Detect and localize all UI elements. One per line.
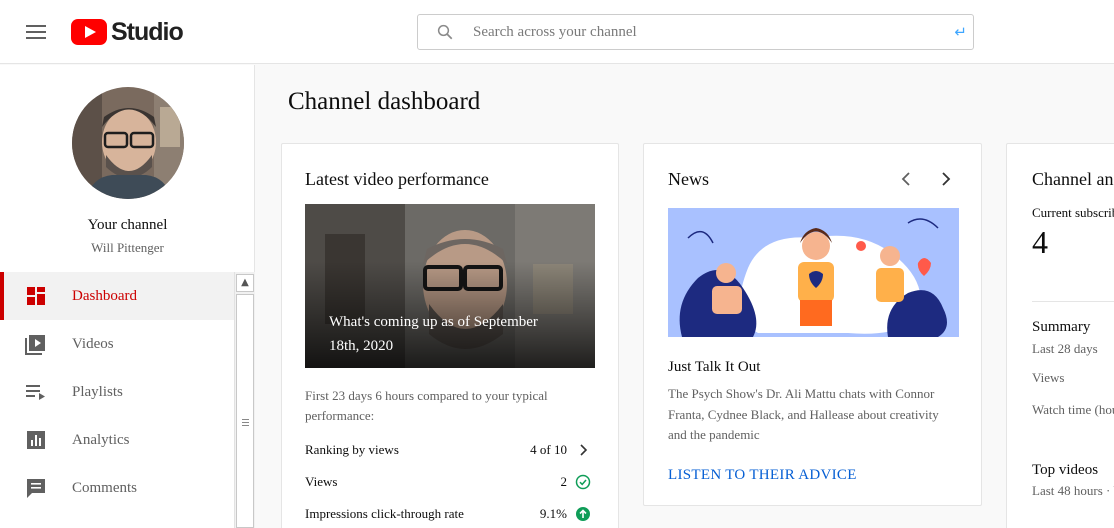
news-title: News — [668, 169, 709, 189]
video-thumbnail[interactable]: What's coming up as of September 18th, 2… — [305, 204, 595, 368]
search-box[interactable]: ↵ — [417, 14, 974, 50]
analytics-icon — [27, 431, 45, 449]
playlists-icon — [26, 385, 45, 400]
performance-subtitle: First 23 days 6 hours compared to your t… — [305, 388, 548, 423]
sidebar-item-analytics[interactable]: Analytics — [0, 416, 234, 464]
scroll-up-icon[interactable]: ▲ — [236, 274, 254, 292]
sidebar-nav: Dashboard Videos Playlists Analytics Com… — [0, 272, 234, 512]
arrow-up-circle-icon — [576, 507, 590, 521]
your-channel-label: Your channel — [87, 217, 168, 233]
sidebar-item-label: Videos — [72, 335, 114, 352]
latest-video-title: Latest video performance — [305, 169, 489, 189]
dashboard-icon — [27, 287, 45, 305]
chevron-left-icon[interactable] — [896, 169, 916, 189]
chevron-right-icon[interactable] — [936, 169, 956, 189]
comments-icon — [27, 479, 45, 498]
metric-ctr: Impressions click-through rate 9.1% — [305, 504, 593, 526]
listen-to-their-advice-link[interactable]: LISTEN TO THEIR ADVICE — [668, 467, 857, 484]
check-circle-icon — [575, 474, 591, 490]
search-icon — [437, 24, 453, 40]
menu-icon[interactable] — [18, 18, 54, 46]
scroll-thumb[interactable] — [236, 294, 254, 528]
channel-analytics-title: Channel analytics — [1032, 169, 1114, 189]
latest-video-card: Latest video performance What's coming u… — [281, 143, 619, 528]
sidebar-item-dashboard[interactable]: Dashboard — [0, 272, 234, 320]
chevron-right-icon[interactable] — [575, 442, 591, 458]
avatar[interactable] — [72, 87, 184, 199]
channel-name: Will Pittenger — [91, 240, 164, 255]
summary-period: Last 28 days — [1032, 341, 1098, 356]
videos-icon — [25, 335, 45, 355]
top-bar: Studio ↵ — [0, 0, 1114, 64]
sidebar-item-label: Analytics — [72, 431, 130, 448]
top-videos-title: Top videos — [1032, 462, 1099, 478]
watch-time-label: Watch time (hours) — [1032, 402, 1114, 417]
search-input[interactable] — [473, 20, 943, 44]
divider — [1032, 301, 1114, 302]
top-videos-period: Last 48 hours · Views — [1032, 483, 1114, 498]
current-subscribers-label: Current subscribers — [1032, 205, 1114, 220]
enter-key-icon[interactable]: ↵ — [954, 23, 967, 41]
page-title: Channel dashboard — [288, 88, 481, 115]
news-headline[interactable]: Just Talk It Out — [668, 359, 760, 376]
sidebar-item-label: Playlists — [72, 383, 123, 400]
sidebar-item-playlists[interactable]: Playlists — [0, 368, 234, 416]
metric-ranking[interactable]: Ranking by views 4 of 10 — [305, 440, 593, 462]
current-subscribers-count: 4 — [1032, 224, 1048, 260]
summary-title: Summary — [1032, 319, 1091, 335]
news-illustration[interactable] — [668, 208, 959, 337]
sidebar-item-label: Dashboard — [72, 287, 137, 304]
video-title[interactable]: What's coming up as of September 18th, 2… — [329, 310, 569, 358]
metric-views: Views 2 — [305, 472, 593, 494]
studio-logo[interactable]: Studio — [71, 18, 184, 46]
sidebar-item-comments[interactable]: Comments — [0, 464, 234, 512]
news-card: News Just Talk It Out The Psych Show's D… — [643, 143, 982, 506]
channel-analytics-card: Channel analytics Current subscribers 4 … — [1006, 143, 1114, 528]
youtube-logo-icon — [71, 19, 107, 45]
sidebar: Your channel Will Pittenger Dashboard Vi… — [0, 65, 255, 528]
sidebar-scrollbar[interactable]: ▲ — [234, 272, 255, 528]
sidebar-item-label: Comments — [72, 479, 138, 496]
news-body: The Psych Show's Dr. Ali Mattu chats wit… — [668, 386, 939, 442]
sidebar-item-videos[interactable]: Videos — [0, 320, 234, 368]
views-label: Views — [1032, 370, 1065, 385]
